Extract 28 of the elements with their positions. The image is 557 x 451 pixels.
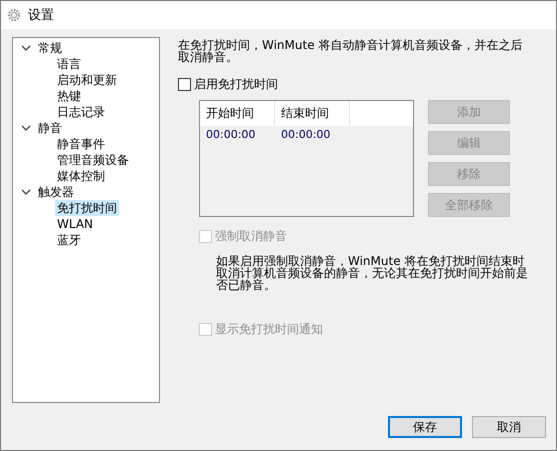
- chevron-icon[interactable]: [21, 44, 31, 52]
- cancel-button[interactable]: 取消: [472, 416, 546, 438]
- tree-item[interactable]: 免打扰时间: [55, 200, 119, 216]
- checkbox[interactable]: [178, 78, 191, 91]
- tree-item[interactable]: 启动和更新: [55, 72, 119, 88]
- tree-item[interactable]: 热键: [55, 88, 83, 104]
- column-header[interactable]: 结束时间: [275, 101, 350, 126]
- tree-item[interactable]: 静音: [36, 120, 64, 136]
- table-cell-text: 00:00:00: [205, 127, 256, 143]
- tree-item[interactable]: 蓝牙: [55, 232, 83, 248]
- chevron-icon[interactable]: [21, 124, 31, 132]
- tree-item[interactable]: 语言: [55, 56, 83, 72]
- table-cell-text: 00:00:00: [280, 127, 332, 143]
- note-text: 如果启用强制取消静音，WinMute 将在免打扰时间结束时取消计算机音频设备的静音，无论其在免打扰时间开始前是否已静音。: [216, 255, 529, 291]
- gear-icon: [6, 7, 22, 23]
- checkbox-label[interactable]: 启用免打扰时间: [194, 76, 278, 93]
- tree-item[interactable]: 管理音频设备: [55, 152, 131, 168]
- tree-item[interactable]: 静音事件: [55, 136, 107, 152]
- description-text: 在免打扰时间，WinMute 将自动静音计算机音频设备，并在之后取消静音。: [178, 39, 524, 63]
- tree-item[interactable]: 常规: [36, 40, 64, 56]
- tree-item[interactable]: 触发器: [36, 184, 76, 200]
- chevron-icon[interactable]: [21, 188, 31, 196]
- save-button[interactable]: 保存: [388, 416, 462, 438]
- column-header[interactable]: 开始时间: [200, 101, 275, 126]
- tree-item[interactable]: 媒体控制: [55, 168, 107, 184]
- window-title: 设置: [28, 7, 54, 24]
- tree-item[interactable]: WLAN: [55, 216, 96, 232]
- tree-item[interactable]: 日志记录: [55, 104, 107, 120]
